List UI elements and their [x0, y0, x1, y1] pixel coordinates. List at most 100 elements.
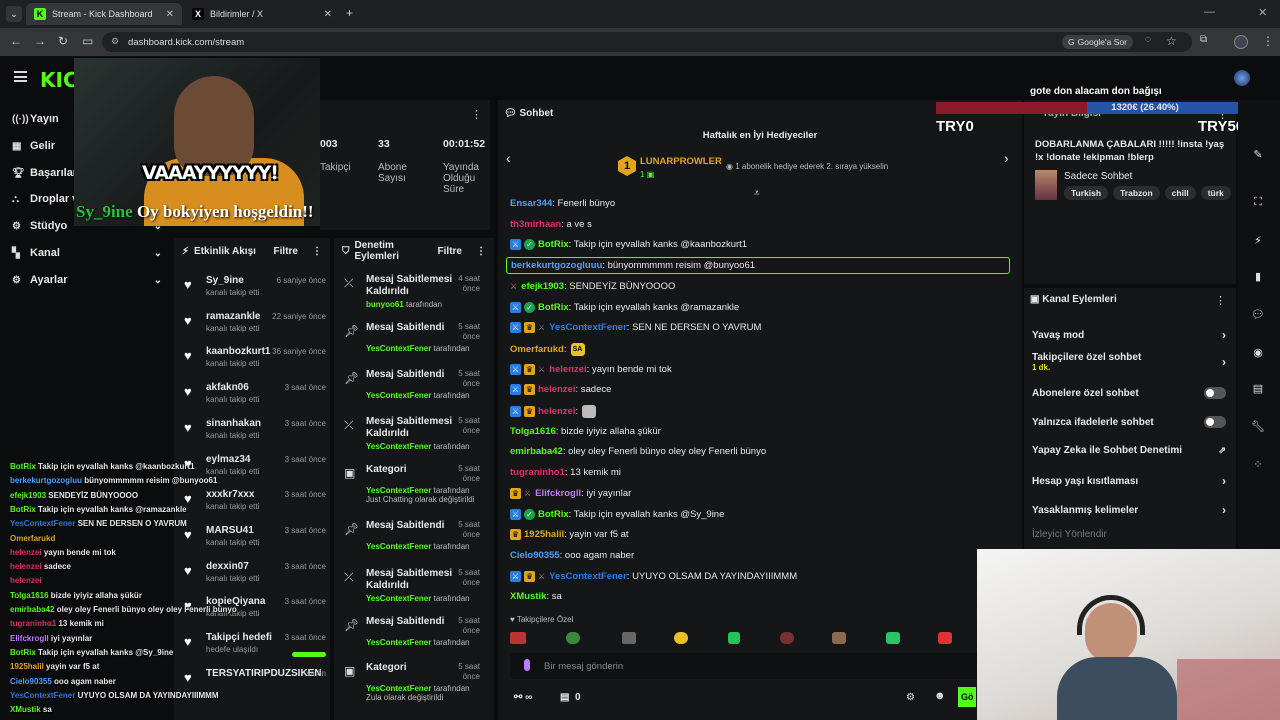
- chat-message[interactable]: ⚔ ✓ BotRix: Takip için eyvallah kanks @kaa…: [510, 239, 747, 251]
- chat-username[interactable]: BotRix: [538, 239, 569, 250]
- chat-message[interactable]: ⚔ ✓ BotRix: Takip için eyvallah kanks @Sy_…: [510, 508, 724, 520]
- emote-icon[interactable]: [938, 632, 952, 644]
- activity-item[interactable]: ♥ sinanhakan kanalı takip etti 3 saat önce: [174, 418, 326, 452]
- chat-bubble-icon[interactable]: 💬︎: [1250, 308, 1266, 324]
- tab-x-notifications[interactable]: X Bildirimler / X ✕: [184, 3, 340, 25]
- close-window-icon[interactable]: ✕: [1258, 6, 1267, 19]
- close-tab-icon[interactable]: ✕: [166, 9, 174, 20]
- moderator-name[interactable]: YesContextFener: [366, 638, 431, 647]
- moderation-filter-button[interactable]: Filtre: [438, 246, 462, 257]
- tag-chip[interactable]: Turkish: [1064, 186, 1109, 200]
- chat-username[interactable]: BotRix: [538, 302, 569, 313]
- activity-item[interactable]: ♥ MARSU41 kanalı takip etti 3 saat önce: [174, 525, 326, 559]
- reload-icon[interactable]: ↻: [58, 34, 68, 48]
- emote-icon[interactable]: [728, 632, 740, 644]
- sidebar-item-kanal[interactable]: ▚ Kanal ⌄: [12, 247, 162, 259]
- sidebar-item-ayarlar[interactable]: ⚙ Ayarlar ⌄: [12, 274, 162, 286]
- chevron-right-icon[interactable]: ›: [1004, 150, 1009, 166]
- back-icon[interactable]: ←: [10, 34, 22, 48]
- emote-icon[interactable]: [674, 632, 688, 644]
- top-gifter-name[interactable]: LUNARPROWLER: [640, 156, 722, 167]
- tag-chip[interactable]: türk: [1200, 186, 1231, 200]
- moderator-name[interactable]: YesContextFener: [366, 542, 431, 551]
- emote-icon[interactable]: [510, 632, 526, 644]
- more-options-icon[interactable]: ⋮: [1215, 294, 1226, 307]
- moderation-item[interactable]: ⤫ Mesaj Sabitlemesi Kaldırıldı 5 saat önce…: [334, 416, 484, 462]
- apps-icon[interactable]: ⁘: [1250, 458, 1266, 474]
- send-button[interactable]: Gö: [958, 687, 976, 707]
- browser-menu-icon[interactable]: ⋮: [1262, 34, 1274, 48]
- moderator-name[interactable]: YesContextFener: [366, 442, 431, 451]
- emote-icon[interactable]: [886, 632, 900, 644]
- chat-message[interactable]: Cielo90355: ooo agam naber: [510, 550, 634, 561]
- chat-message[interactable]: XMustik: sa: [510, 591, 562, 602]
- chat-username[interactable]: Cielo90355: [510, 550, 560, 561]
- emote-icon[interactable]: [832, 632, 846, 644]
- emote-icon[interactable]: [622, 632, 636, 644]
- bolt-icon[interactable]: ⚡︎: [1250, 234, 1266, 250]
- url-field[interactable]: ⚙ dashboard.kick.com/stream: [102, 32, 1192, 52]
- chat-message[interactable]: Tolga1616: bizde iyiyiz allaha şükür: [510, 426, 661, 437]
- close-tab-icon[interactable]: ✕: [324, 9, 332, 20]
- microphone-icon[interactable]: [524, 659, 530, 671]
- moderator-name[interactable]: bunyoo61: [366, 300, 404, 309]
- chat-username[interactable]: berkekurtgozogluuu: [511, 260, 602, 271]
- chat-input[interactable]: Bir mesaj gönderin: [510, 653, 980, 679]
- chat-message[interactable]: th3mirhaan: a ve s: [510, 219, 592, 230]
- forward-icon[interactable]: →: [34, 34, 46, 48]
- chat-message[interactable]: tugraninho1: 13 kemik mi: [510, 467, 621, 478]
- profile-avatar[interactable]: [1234, 35, 1248, 49]
- chat-message[interactable]: ⚔ ♛ ⚔ YesContextFener: UYUYO OLSAM DA YAYIN…: [510, 570, 797, 582]
- chat-username[interactable]: tugraninho1: [510, 467, 565, 478]
- activity-item[interactable]: ♥ akfakn06 kanalı takip etti 3 saat önce: [174, 382, 326, 416]
- site-info-icon[interactable]: ⚙: [111, 36, 119, 47]
- sidebar-toggle-icon[interactable]: ▭: [82, 34, 93, 48]
- activity-filter-button[interactable]: Filtre: [274, 246, 298, 257]
- chat-username[interactable]: helenzei: [549, 364, 587, 375]
- chat-message[interactable]: ⚔ ♛ ⚔ helenzei: yayın bende mi tok: [510, 363, 672, 375]
- chat-message[interactable]: ⚔ ✓ BotRix: Takip için eyvallah kanks @ram…: [510, 301, 739, 313]
- chevron-left-icon[interactable]: ‹: [506, 150, 511, 166]
- chat-username[interactable]: Elifckrogll: [535, 488, 581, 499]
- more-options-icon[interactable]: ⋮: [312, 246, 322, 257]
- moderation-item[interactable]: 📌︎ Mesaj Sabitlendi 5 saat önce YesContextF…: [334, 369, 484, 415]
- chat-username[interactable]: Ensar344: [510, 198, 552, 209]
- chat-username[interactable]: BotRix: [538, 509, 569, 520]
- channel-action-item[interactable]: Yalnızca ifadelerle sohbet: [1032, 416, 1226, 428]
- moderation-item[interactable]: ⤫ Mesaj Sabitlemesi Kaldırıldı 4 saat önce…: [334, 274, 484, 320]
- bookmark-star-icon[interactable]: ☆: [1166, 34, 1177, 48]
- new-tab-icon[interactable]: +: [346, 6, 353, 20]
- moderator-name[interactable]: YesContextFener: [366, 344, 431, 353]
- chat-settings-icon[interactable]: ⚙: [906, 692, 915, 703]
- moderator-name[interactable]: YesContextFener: [366, 684, 431, 693]
- chat-username[interactable]: YesContextFener: [549, 322, 627, 333]
- hamburger-menu-icon[interactable]: [14, 71, 27, 82]
- activity-item[interactable]: ♥ ramazankle kanalı takip etti 22 saniye ön…: [174, 311, 326, 345]
- chat-message[interactable]: ⚔ ♛ helenzei:: [510, 405, 597, 418]
- chat-message[interactable]: ♛ 1925halil: yayin var f5 at: [510, 529, 629, 541]
- activity-item[interactable]: ♥ Sy_9ine kanalı takip etti 6 saniye önce: [174, 275, 326, 309]
- tag-chip[interactable]: chill: [1164, 186, 1196, 200]
- chat-message[interactable]: ⚔ ♛ ⚔ YesContextFener: SEN NE DERSEN O YAVR…: [510, 322, 761, 334]
- more-options-icon[interactable]: ⋮: [471, 108, 482, 121]
- shield-icon[interactable]: ▮: [1250, 270, 1266, 286]
- chat-username[interactable]: helenzei: [538, 406, 576, 417]
- toggle-switch[interactable]: [1204, 387, 1226, 399]
- chat-username[interactable]: helenzei: [538, 384, 576, 395]
- moderation-item[interactable]: ▣ Kategori 5 saat önce YesContextFener tara…: [334, 464, 484, 510]
- chat-username[interactable]: th3mirhaan: [510, 219, 561, 230]
- channel-action-item[interactable]: Hesap yaşı kısıtlaması ›: [1032, 474, 1226, 488]
- chat-message[interactable]: ⚔ ♛ helenzei: sadece: [510, 384, 611, 396]
- tag-chip[interactable]: Trabzon: [1113, 186, 1160, 200]
- moderation-item[interactable]: ⤫ Mesaj Sabitlemesi Kaldırıldı 5 saat önce…: [334, 568, 484, 614]
- scan-icon[interactable]: ⛶: [1250, 196, 1266, 212]
- wrench-icon[interactable]: 🔧︎: [1250, 420, 1266, 436]
- moderator-name[interactable]: YesContextFener: [366, 391, 431, 400]
- channel-action-item[interactable]: Yavaş mod ›: [1032, 328, 1226, 342]
- eye-off-icon[interactable]: ◌: [1145, 34, 1151, 45]
- expand-chevron-icon[interactable]: ⩡: [754, 188, 760, 199]
- edit-icon[interactable]: ✎: [1250, 148, 1266, 164]
- activity-item[interactable]: ♥ kaanbozkurt1 kanalı takip etti 36 saniye …: [174, 346, 326, 380]
- chat-username[interactable]: YesContextFener: [549, 571, 627, 582]
- emote-icon[interactable]: [566, 632, 580, 644]
